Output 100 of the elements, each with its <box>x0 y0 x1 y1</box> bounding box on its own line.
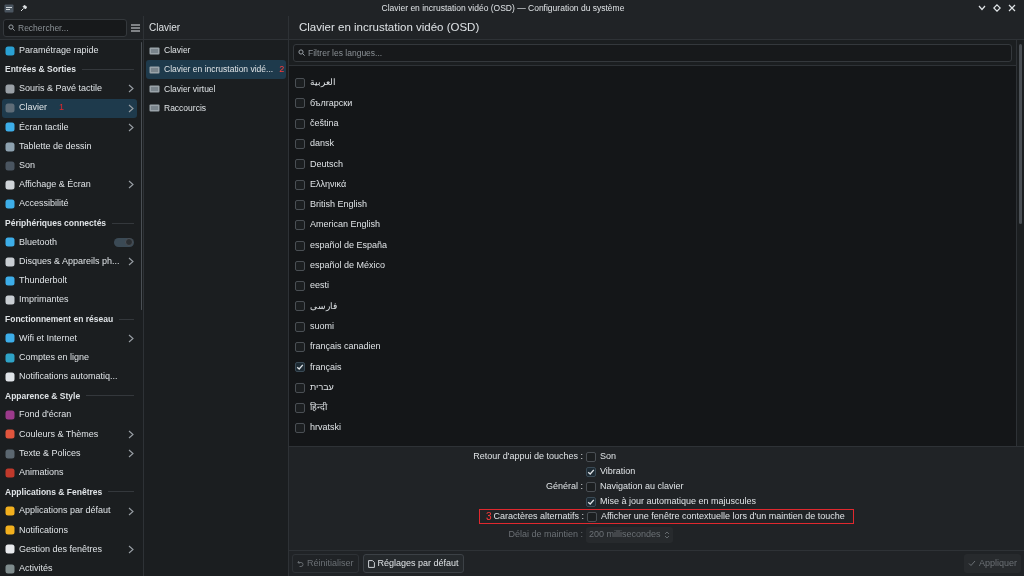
category-icon <box>5 352 15 363</box>
checkbox[interactable] <box>295 179 305 190</box>
sidebar-item[interactable]: Son <box>2 156 137 176</box>
checkbox[interactable] <box>295 321 305 332</box>
checkbox[interactable] <box>586 466 596 477</box>
sidebar-item[interactable]: Activités <box>2 559 137 576</box>
checkbox[interactable] <box>586 451 596 462</box>
checkbox[interactable] <box>295 220 305 231</box>
checkbox[interactable] <box>295 362 305 373</box>
search-icon <box>8 24 15 31</box>
menu-icon[interactable] <box>131 23 140 32</box>
annotation-number: 3 <box>486 511 492 522</box>
close-icon[interactable] <box>1008 4 1016 12</box>
language-label: eesti <box>310 279 329 293</box>
sidebar-item[interactable]: Écran tactile <box>2 117 137 137</box>
sidebar-item[interactable]: Wifi et Internet <box>2 328 137 348</box>
checkbox[interactable] <box>295 382 305 393</box>
checkbox[interactable] <box>295 98 305 109</box>
category-icon <box>5 237 15 248</box>
language-label: Ελληνικά <box>310 177 347 191</box>
checkbox[interactable] <box>295 78 305 89</box>
sidebar-item[interactable]: Couleurs & Thèmes <box>2 424 137 444</box>
category-icon <box>5 544 15 555</box>
category-icon <box>5 525 15 536</box>
checkbox[interactable] <box>295 402 305 413</box>
maximize-icon[interactable] <box>993 4 1001 12</box>
setting-label: Caractères alternatifs : <box>493 509 584 523</box>
checkbox[interactable] <box>295 159 305 170</box>
annotation-number: 1 <box>59 101 65 115</box>
category-icon <box>5 448 15 459</box>
defaults-button[interactable]: Réglages par défaut <box>362 554 464 573</box>
language-label: فارسی <box>310 299 337 313</box>
category-icon <box>5 371 15 382</box>
checkbox[interactable] <box>295 139 305 150</box>
section-heading: Apparence & Style <box>5 389 81 403</box>
spin-arrows-icon <box>664 529 670 540</box>
category-icon <box>5 333 15 344</box>
checkbox[interactable] <box>295 118 305 129</box>
sidebar-item[interactable]: Disques & Appareils ph... <box>2 252 137 272</box>
language-label: עברית <box>310 380 334 394</box>
sidebar-item[interactable]: Bluetooth <box>2 232 137 253</box>
language-label: Deutsch <box>310 157 344 171</box>
pin-icon[interactable] <box>20 4 28 12</box>
minimize-icon[interactable] <box>978 5 986 11</box>
sidebar-item[interactable]: Clavier 1 <box>2 98 137 118</box>
section-heading: Périphériques connectés <box>5 216 107 230</box>
toggle-switch[interactable] <box>113 237 134 247</box>
scrollbar[interactable] <box>140 42 141 310</box>
sidebar-item[interactable]: Applications par défaut <box>2 501 137 521</box>
category-icon <box>5 275 15 286</box>
language-label: français <box>310 360 342 374</box>
checkbox[interactable] <box>295 199 305 210</box>
sidebar-item[interactable]: Paramétrage rapide <box>2 41 137 61</box>
sidebar-item[interactable]: Comptes en ligne <box>2 348 137 368</box>
checkbox[interactable] <box>295 423 305 434</box>
checkbox[interactable] <box>295 281 305 292</box>
sidebar-item[interactable]: Gestion des fenêtres <box>2 539 137 560</box>
subpanel-item[interactable]: Clavier virtuel <box>146 79 286 99</box>
option-label: Mise à jour automatique en majuscules <box>600 494 757 508</box>
window-title: Clavier en incrustation vidéo (OSD) — Configuration du système <box>380 1 626 15</box>
sidebar-item[interactable]: Notifications <box>2 520 137 540</box>
sidebar-item[interactable]: Animations <box>2 463 137 483</box>
category-icon <box>5 179 15 190</box>
checkbox[interactable] <box>295 301 305 312</box>
category-icon <box>5 45 15 56</box>
language-label: español de México <box>310 259 386 273</box>
sidebar-item[interactable]: Imprimantes <box>2 290 137 310</box>
sidebar-item[interactable]: Texte & Polices <box>2 443 137 464</box>
checkbox[interactable] <box>295 342 305 352</box>
sidebar-item[interactable]: Fond d'écran <box>2 405 137 425</box>
search-icon <box>298 49 305 56</box>
sidebar-item[interactable]: Souris & Pavé tactile <box>2 79 137 99</box>
checkbox[interactable] <box>295 240 305 251</box>
checkbox[interactable] <box>587 511 597 522</box>
checkbox[interactable] <box>586 496 596 507</box>
sidebar-item[interactable]: Tablette de dessin <box>2 136 137 157</box>
language-label: dansk <box>310 137 335 151</box>
sidebar-item[interactable]: Notifications automatiq... <box>2 367 137 387</box>
sidebar-item[interactable]: Thunderbolt <box>2 271 137 291</box>
subpanel-item[interactable]: Clavier en incrustation vidé... 2 <box>146 60 286 80</box>
category-icon <box>5 410 15 421</box>
category-icon <box>5 256 15 267</box>
subpanel-item[interactable]: Clavier <box>146 41 286 61</box>
language-label: العربية <box>310 76 336 90</box>
language-label: हिन्दी <box>310 401 327 415</box>
checkbox[interactable] <box>295 260 305 271</box>
sidebar-item[interactable]: Affichage & Écran <box>2 175 137 195</box>
filter-field[interactable]: Filtrer les langues... <box>293 43 1012 62</box>
category-icon <box>5 467 15 478</box>
scrollbar[interactable] <box>1019 44 1022 224</box>
subpanel-item[interactable]: Raccourcis <box>146 98 286 118</box>
section-heading: Applications & Fenêtres <box>5 485 103 499</box>
checkbox[interactable] <box>586 481 596 492</box>
page-title: Clavier en incrustation vidéo (OSD) <box>299 19 480 35</box>
category-icon <box>5 160 15 171</box>
sidebar-item[interactable]: Accessibilité <box>2 194 137 214</box>
category-icon <box>5 83 15 94</box>
keyboard-icon <box>149 46 160 55</box>
search-field[interactable]: Rechercher... <box>3 18 127 37</box>
language-label: hrvatski <box>310 421 341 435</box>
